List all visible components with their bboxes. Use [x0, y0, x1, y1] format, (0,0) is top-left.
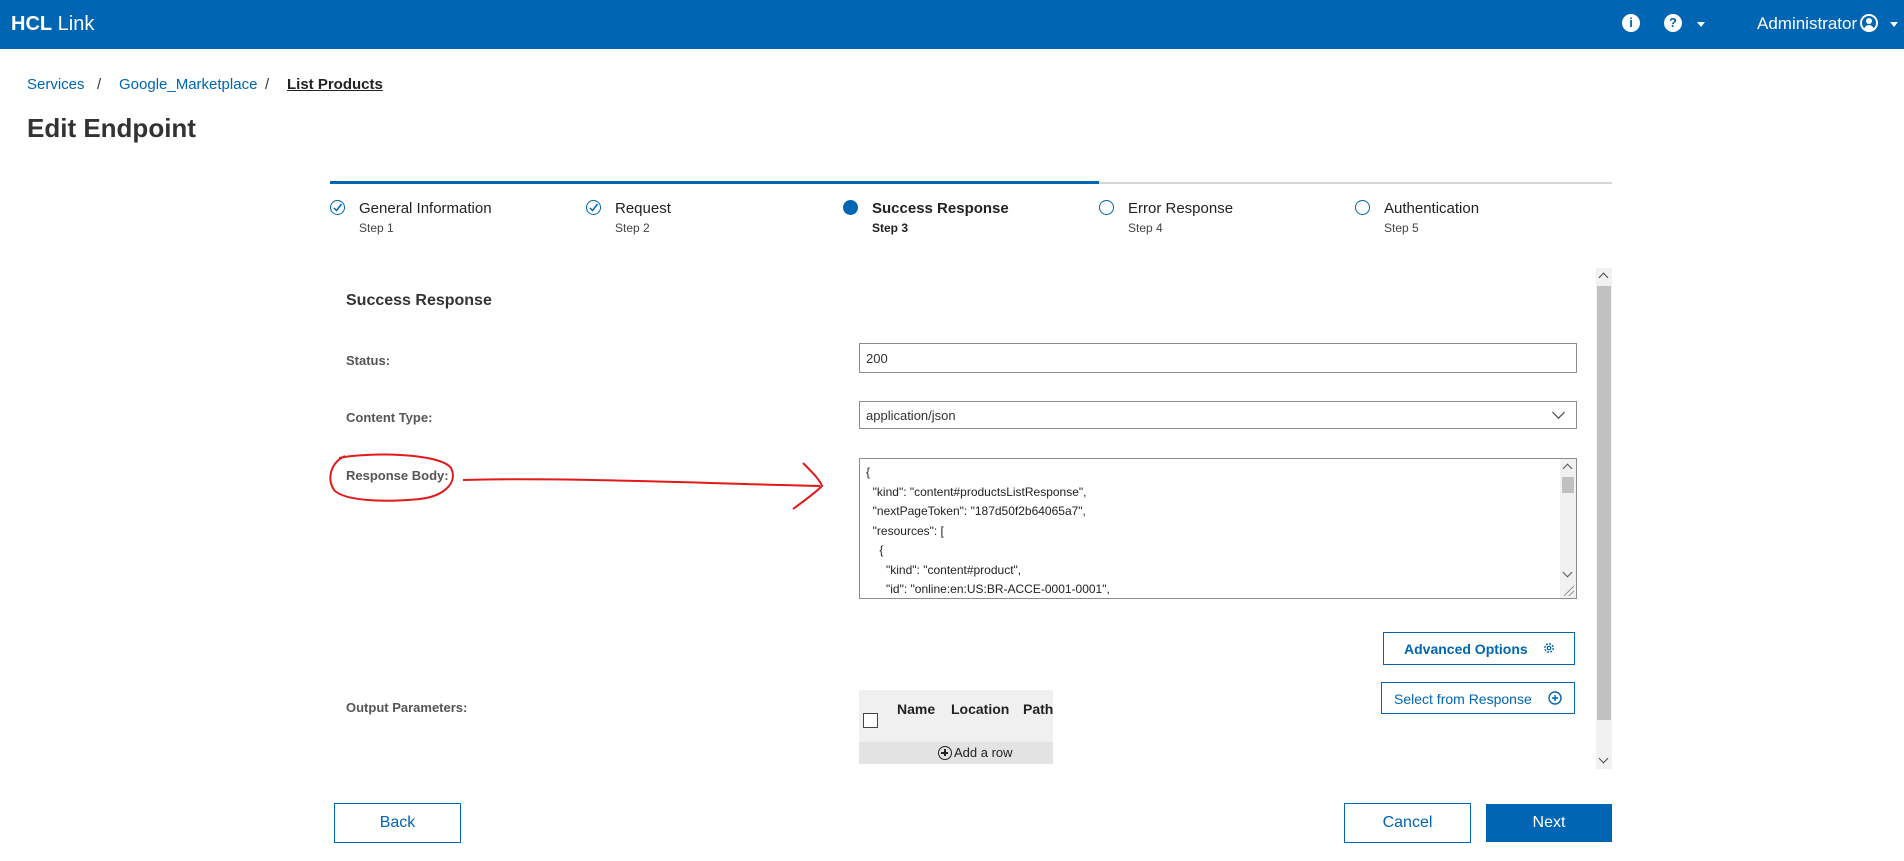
step-label: Authentication: [1384, 200, 1480, 217]
code-line: {: [866, 543, 884, 557]
user-menu-caret-icon[interactable]: [1890, 22, 1898, 27]
current-step-dot-icon: [843, 200, 858, 215]
response-body-label: Response Body:: [346, 468, 449, 483]
cancel-button[interactable]: Cancel: [1344, 803, 1471, 843]
step-label: Request: [615, 200, 671, 217]
scroll-down-icon[interactable]: [1562, 567, 1573, 578]
code-line: {: [866, 465, 871, 479]
code-line: "kind": "content#product",: [866, 563, 1022, 577]
code-line: "id": "online:en:US:BR-ACCE-0001-0001",: [866, 582, 1110, 596]
advanced-options-button[interactable]: Advanced Options: [1383, 632, 1575, 665]
content-type-label: Content Type:: [346, 410, 433, 425]
step-label: General Information: [359, 200, 492, 217]
brand-name-bold: HCL: [11, 13, 53, 35]
breadcrumb-separator: /: [265, 76, 270, 93]
status-input[interactable]: [859, 343, 1577, 373]
scroll-down-icon[interactable]: [1598, 753, 1609, 764]
breadcrumb-separator: /: [97, 76, 102, 93]
response-body-textarea[interactable]: { "kind": "content#productsListResponse"…: [859, 458, 1577, 599]
annotation-arrow-shaft: [462, 478, 821, 487]
back-button[interactable]: Back: [334, 803, 461, 843]
chevron-down-icon: [1552, 406, 1565, 419]
breadcrumb-services[interactable]: Services: [27, 76, 85, 94]
step-label: Success Response: [872, 200, 1009, 217]
section-title: Success Response: [346, 292, 492, 309]
check-circle-icon: [586, 200, 601, 215]
scroll-up-icon[interactable]: [1562, 463, 1573, 474]
annotation-arrow-head: [792, 462, 824, 510]
gear-icon: [1544, 643, 1554, 653]
user-menu[interactable]: Administrator: [1757, 14, 1857, 34]
step-label: Error Response: [1128, 200, 1234, 217]
add-circle-icon: [938, 746, 952, 760]
info-icon[interactable]: i: [1622, 14, 1640, 32]
breadcrumb-list-products[interactable]: List Products: [287, 76, 383, 94]
resize-handle-icon[interactable]: [1564, 586, 1574, 596]
add-row-button[interactable]: Add a row: [938, 745, 1013, 760]
add-circle-icon: [1548, 691, 1562, 705]
step-number: Step 2: [615, 221, 650, 235]
page-title: Edit Endpoint: [27, 113, 196, 143]
advanced-options-label: Advanced Options: [1404, 641, 1528, 657]
scrollbar-thumb[interactable]: [1597, 286, 1611, 720]
content-type-value: application/json: [866, 408, 956, 423]
check-circle-icon: [330, 200, 345, 215]
step-number: Step 4: [1128, 221, 1163, 235]
top-navigation-bar: HCL Link i ? Administrator: [0, 0, 1904, 49]
next-button[interactable]: Next: [1486, 804, 1612, 842]
code-line: "resources": [: [866, 524, 944, 538]
empty-circle-icon: [1355, 200, 1370, 215]
column-header-name[interactable]: Name: [897, 701, 935, 717]
scrollbar-thumb[interactable]: [1562, 477, 1574, 493]
step-number: Step 3: [872, 221, 909, 235]
status-label: Status:: [346, 353, 391, 368]
help-icon[interactable]: ?: [1664, 14, 1682, 32]
stepper-progress: [330, 181, 1099, 184]
app-logo[interactable]: HCL Link: [11, 13, 94, 35]
scroll-up-icon[interactable]: [1598, 272, 1609, 283]
select-from-response-button[interactable]: Select from Response: [1381, 682, 1575, 714]
add-row-label: Add a row: [954, 745, 1013, 760]
breadcrumb-google-marketplace[interactable]: Google_Marketplace: [119, 76, 257, 94]
select-from-response-label: Select from Response: [1394, 691, 1532, 707]
help-menu-caret-icon[interactable]: [1697, 22, 1705, 27]
brand-name-rest: Link: [57, 13, 95, 35]
code-line: "kind": "content#productsListResponse",: [866, 485, 1087, 499]
output-parameters-table: Name Location Path Add a row: [859, 690, 1053, 764]
step-number: Step 1: [359, 221, 394, 235]
column-header-location[interactable]: Location: [951, 701, 1009, 717]
textarea-scrollbar[interactable]: [1560, 459, 1576, 598]
code-line: "nextPageToken": "187d50f2b64065a7",: [866, 504, 1086, 518]
step-number: Step 5: [1384, 221, 1419, 235]
output-parameters-label: Output Parameters:: [346, 700, 468, 715]
column-header-path[interactable]: Path: [1023, 701, 1053, 717]
empty-circle-icon: [1099, 200, 1114, 215]
user-avatar-icon[interactable]: [1860, 14, 1878, 32]
content-type-select[interactable]: application/json: [859, 401, 1577, 429]
select-all-checkbox[interactable]: [863, 713, 878, 728]
panel-scrollbar[interactable]: [1596, 268, 1612, 769]
